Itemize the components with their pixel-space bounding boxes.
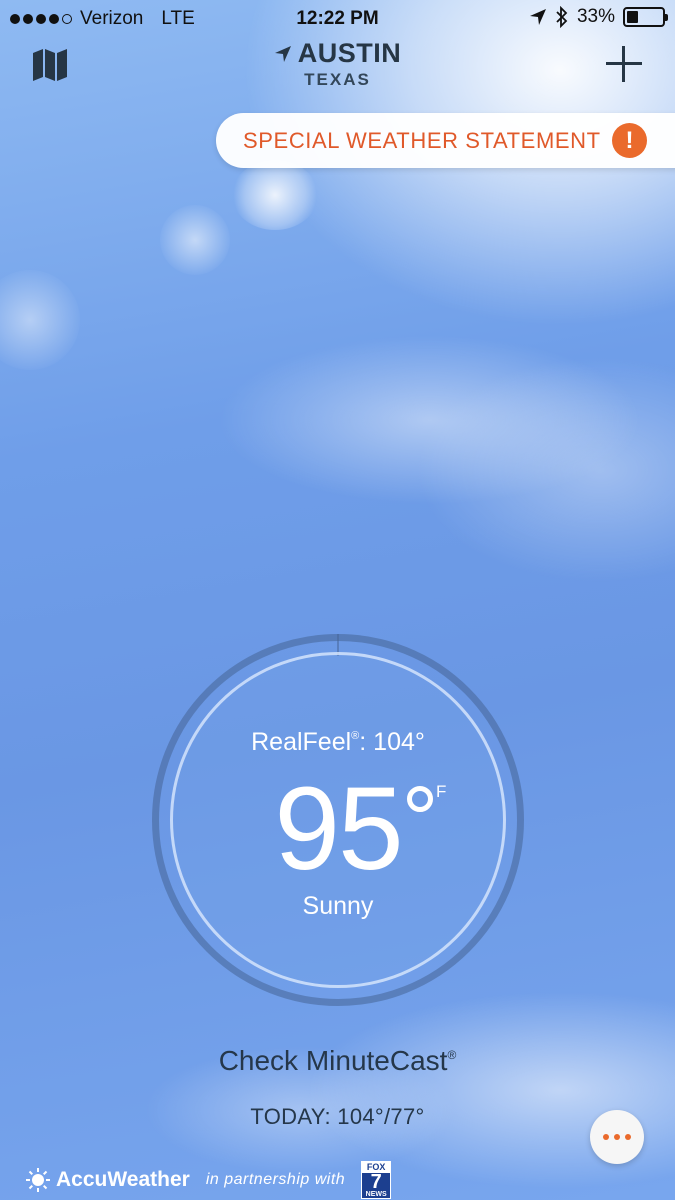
temperature-value: 95: [274, 763, 403, 895]
today-forecast[interactable]: TODAY: 104°/77°: [0, 1104, 675, 1130]
exclamation-icon: !: [612, 123, 647, 158]
realfeel-temperature: RealFeel®: 104°: [152, 728, 524, 757]
city-name: AUSTIN: [297, 38, 402, 68]
battery-icon: [623, 7, 668, 27]
sun-flare: [0, 270, 80, 370]
more-dots-icon: [625, 1134, 631, 1140]
sun-flare: [232, 160, 318, 230]
minutecast-link[interactable]: Check MinuteCast®: [0, 1045, 675, 1077]
more-options-button[interactable]: [590, 1110, 644, 1164]
location-arrow-icon: [529, 9, 546, 25]
more-dots-icon: [603, 1134, 609, 1140]
partner-text: in partnership with: [205, 1171, 346, 1188]
fox-logo-bottom: NEWS: [365, 1191, 387, 1198]
more-dots-icon: [614, 1134, 620, 1140]
sun-flare: [160, 205, 230, 275]
footer: AccuWeather in partnership with FOX 7 NE…: [26, 1160, 392, 1200]
minutecast-label: Check MinuteCast: [218, 1045, 448, 1076]
fox-logo-number: 7: [370, 1171, 382, 1193]
temperature-unit: F: [436, 782, 447, 801]
brand-name: AccuWeather: [56, 1168, 190, 1191]
location-header[interactable]: AUSTIN TEXAS: [0, 38, 675, 90]
accuweather-logo: AccuWeather: [26, 1168, 190, 1192]
state-name: TEXAS: [304, 70, 371, 89]
current-conditions-dial[interactable]: RealFeel®: 104° 95 F Sunny: [152, 634, 524, 1006]
alert-label: SPECIAL WEATHER STATEMENT: [243, 127, 601, 153]
location-arrow-icon: [274, 45, 291, 62]
realfeel-label: RealFeel: [251, 728, 352, 756]
degree-symbol: [407, 786, 433, 812]
add-location-button[interactable]: [602, 42, 646, 86]
battery-percent: 33%: [576, 6, 615, 27]
status-bar: Verizon LTE 12:22 PM 33%: [0, 0, 675, 38]
current-temperature: 95: [152, 764, 524, 894]
weather-alert-banner[interactable]: SPECIAL WEATHER STATEMENT !: [216, 113, 675, 168]
realfeel-value: : 104°: [359, 728, 425, 756]
sun-icon: [26, 1168, 50, 1192]
weather-condition: Sunny: [302, 892, 374, 920]
battery-fill: [627, 11, 639, 23]
status-icons: 33%: [529, 6, 668, 28]
bluetooth-icon: [556, 6, 568, 28]
registered-mark: ®: [447, 1048, 457, 1062]
registered-mark: ®: [351, 730, 360, 742]
fox7-logo: FOX 7 NEWS: [361, 1161, 392, 1199]
